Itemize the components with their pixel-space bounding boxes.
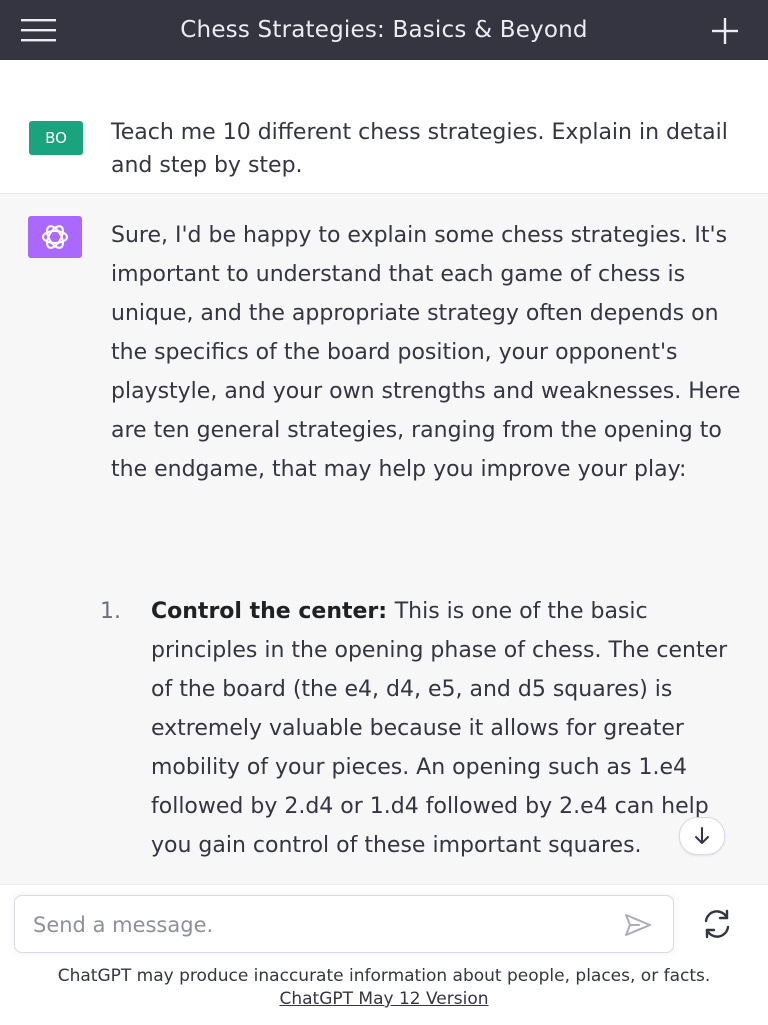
user-avatar: BO: [29, 121, 83, 155]
list-item-number: 1.: [100, 599, 121, 624]
plus-icon[interactable]: [710, 16, 740, 46]
user-message: BO Teach me 10 different chess strategie…: [0, 60, 768, 225]
assistant-intro-text: Sure, I'd be happy to explain some chess…: [111, 223, 741, 482]
conversation-title: Chess Strategies: Basics & Beyond: [180, 17, 588, 43]
assistant-message: Sure, I'd be happy to explain some chess…: [0, 194, 768, 884]
list-item-body: This is one of the basic principles in t…: [151, 599, 728, 858]
user-message-text: Teach me 10 different chess strategies. …: [111, 120, 728, 178]
strategy-list: 1. Control the center: This is one of th…: [100, 592, 730, 865]
disclaimer-text: ChatGPT may produce inaccurate informati…: [57, 966, 711, 986]
openai-logo-icon: [41, 225, 69, 249]
version-link[interactable]: ChatGPT May 12 Version: [279, 989, 488, 1009]
arrow-down-icon: [695, 827, 709, 844]
message-input[interactable]: [31, 896, 595, 954]
message-input-box: [14, 895, 674, 954]
assistant-avatar: [28, 216, 82, 258]
list-item-title: Control the center:: [151, 599, 395, 624]
hamburger-menu-icon[interactable]: [20, 16, 58, 44]
send-icon[interactable]: [623, 912, 653, 938]
disclaimer: ChatGPT may produce inaccurate informati…: [24, 965, 744, 1011]
scroll-to-bottom-button[interactable]: [679, 817, 725, 855]
list-item: 1. Control the center: This is one of th…: [100, 592, 730, 865]
top-bar: Chess Strategies: Basics & Beyond: [0, 0, 768, 60]
composer-area: ChatGPT may produce inaccurate informati…: [0, 884, 768, 1025]
regenerate-icon[interactable]: [700, 907, 734, 941]
